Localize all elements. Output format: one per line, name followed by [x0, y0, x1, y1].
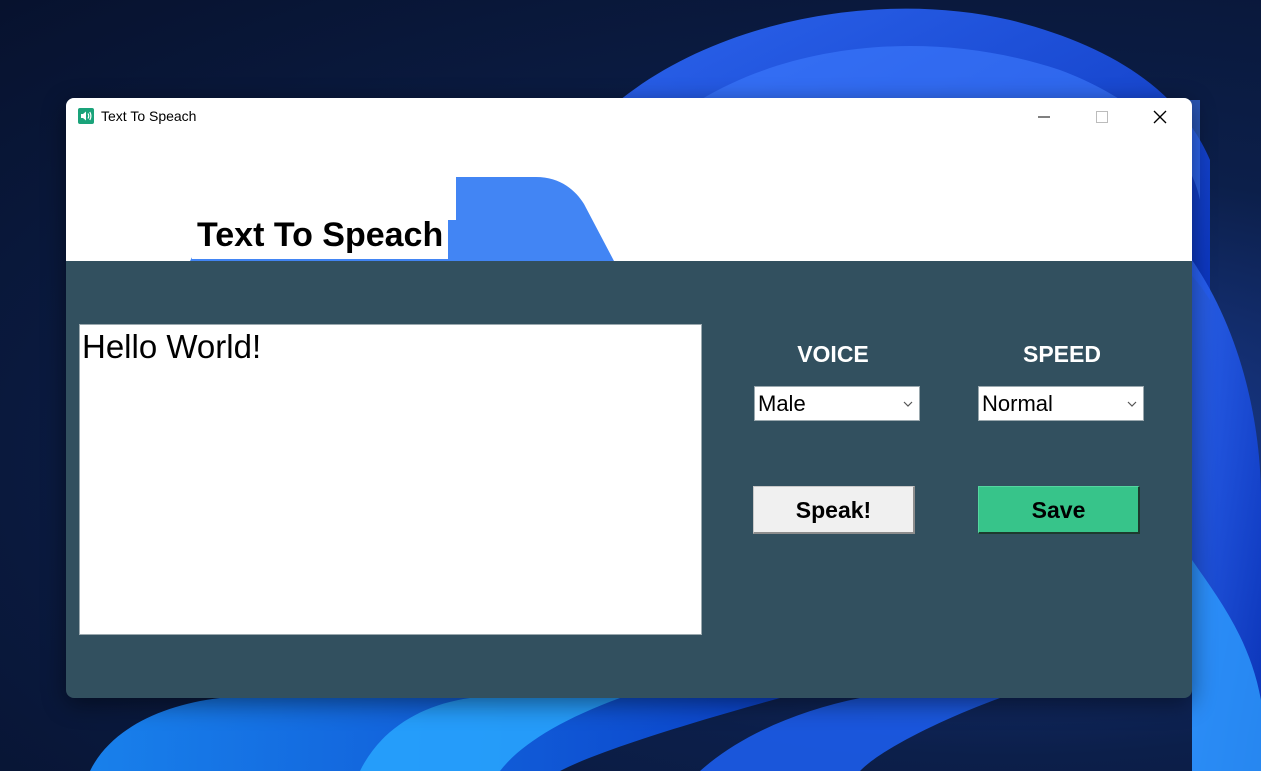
speed-label: SPEED	[1023, 341, 1101, 367]
voice-selected-value: Male	[758, 391, 806, 416]
desktop-wallpaper: Text To Speach Text To Speach Hello Worl…	[0, 0, 1261, 771]
voice-label: VOICE	[797, 341, 869, 367]
save-button[interactable]: Save	[978, 486, 1140, 534]
text-input-area[interactable]: Hello World!	[79, 324, 702, 635]
maximize-button[interactable]	[1074, 98, 1132, 136]
minimize-button[interactable]	[1016, 98, 1074, 136]
maximize-icon	[1096, 111, 1108, 123]
header-banner: Text To Speach	[66, 136, 1192, 261]
speed-selected-value: Normal	[982, 391, 1053, 416]
speed-dropdown[interactable]: Normal	[978, 386, 1144, 421]
header-title: Text To Speach	[192, 215, 449, 259]
chevron-down-icon	[903, 401, 913, 407]
window-title: Text To Speach	[101, 108, 197, 124]
chevron-down-icon	[1127, 401, 1137, 407]
speak-button[interactable]: Speak!	[753, 486, 915, 534]
speaker-icon	[78, 108, 94, 124]
close-button[interactable]	[1132, 98, 1190, 136]
app-window: Text To Speach Text To Speach Hello Worl…	[66, 98, 1192, 698]
close-icon	[1153, 110, 1167, 124]
minimize-icon	[1038, 116, 1050, 118]
title-bar[interactable]: Text To Speach	[66, 98, 1192, 136]
voice-dropdown[interactable]: Male	[754, 386, 920, 421]
